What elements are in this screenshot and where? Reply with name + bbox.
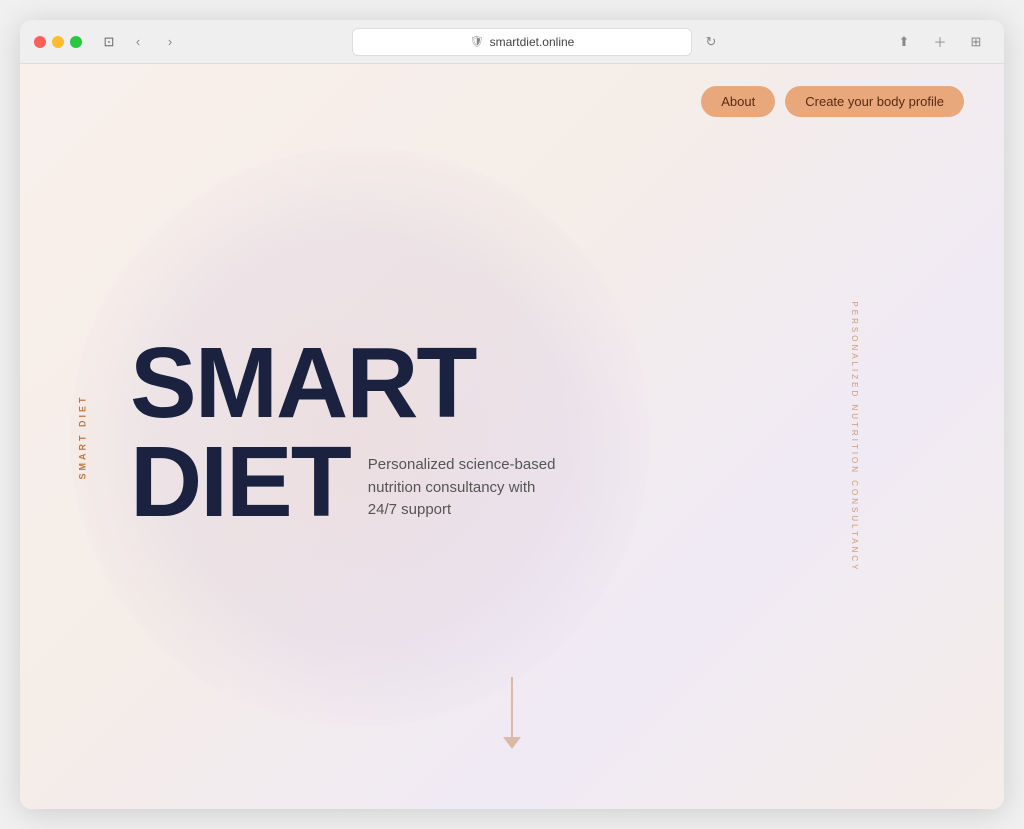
hero-description: Personalized science-based nutrition con… [368, 454, 568, 522]
traffic-lights [34, 36, 82, 48]
hero-subtitle-wrapper: DIET Personalized science-based nutritio… [130, 435, 568, 530]
new-tab-button[interactable]: ＋ [926, 31, 954, 53]
extensions-button[interactable]: ⊞ [962, 31, 990, 53]
side-label-right: PERSONALIZED NUTRITION CONSULTANCY [850, 301, 859, 572]
side-label-left: SMART DIET [78, 394, 88, 479]
browser-window: ⊡ ‹ › 🛡 smartdiet.online ↻ ⬆ ＋ ⊞ SMART D… [20, 20, 1004, 809]
share-button[interactable]: ⬆ [890, 31, 918, 53]
maximize-button[interactable] [70, 36, 82, 48]
address-bar[interactable]: 🛡 smartdiet.online [352, 28, 692, 56]
security-icon: 🛡 [470, 35, 484, 48]
nav-buttons: About Create your body profile [701, 86, 964, 117]
url-display: smartdiet.online [490, 35, 575, 49]
toolbar-right: ⬆ ＋ ⊞ [890, 31, 990, 53]
browser-chrome: ⊡ ‹ › 🛡 smartdiet.online ↻ ⬆ ＋ ⊞ [20, 20, 1004, 64]
create-profile-button[interactable]: Create your body profile [785, 86, 964, 117]
minimize-button[interactable] [52, 36, 64, 48]
close-button[interactable] [34, 36, 46, 48]
scroll-arrow-shaft [511, 677, 513, 737]
hero-content: SMART DIET Personalized science-based nu… [130, 336, 568, 530]
browser-controls: ⊡ ‹ › [98, 31, 184, 53]
forward-button[interactable]: › [156, 31, 184, 53]
scroll-arrow[interactable] [503, 677, 521, 749]
hero-title-smart: SMART [130, 336, 568, 431]
address-bar-area: 🛡 smartdiet.online ↻ [194, 28, 880, 56]
hero-title-diet: DIET [130, 435, 350, 530]
scroll-arrow-head [503, 737, 521, 749]
reload-button[interactable]: ↻ [700, 31, 722, 53]
site-content: SMART DIET PERSONALIZED NUTRITION CONSUL… [20, 64, 1004, 809]
back-button[interactable]: ‹ [124, 31, 152, 53]
about-button[interactable]: About [701, 86, 775, 117]
window-layout-button[interactable]: ⊡ [98, 31, 120, 53]
